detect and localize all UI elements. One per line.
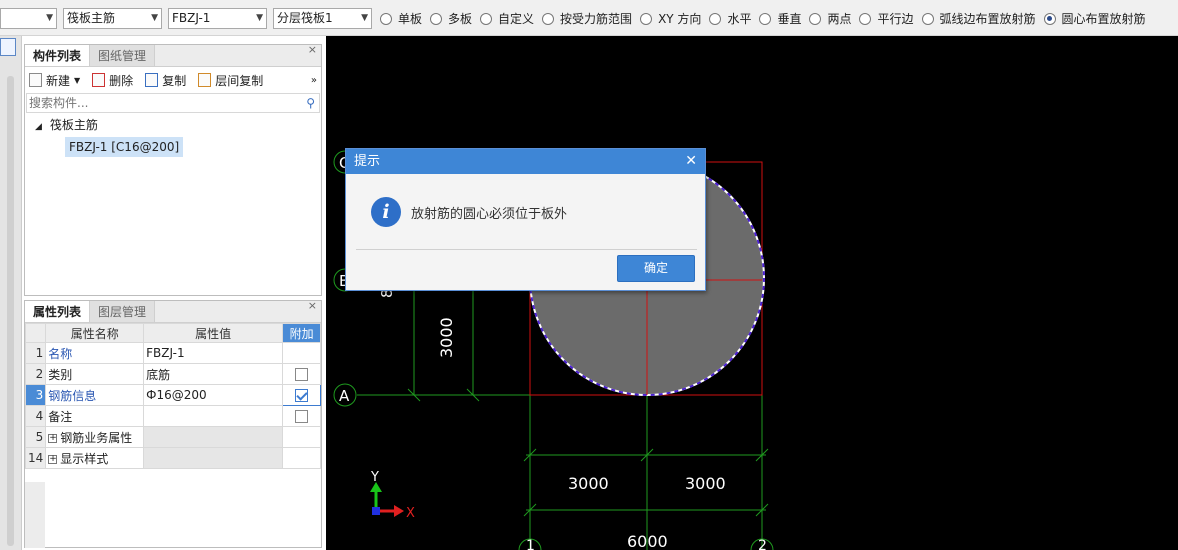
radio-parallel-edge[interactable]: 平行边	[859, 10, 914, 27]
extra-checkbox[interactable]	[295, 389, 309, 402]
close-icon[interactable]: ×	[308, 43, 317, 56]
col-header-value: 属性值	[143, 323, 284, 343]
expand-icon[interactable]: +	[48, 433, 58, 443]
tab-layer-management[interactable]: 图层管理	[90, 301, 156, 322]
alert-dialog: 提示 ✕ i 放射筋的圆心必须位于板外 确定	[345, 148, 706, 291]
property-panel: × 属性列表 图层管理 属性名称 属性值 附加 1 名称 FBZJ-1 2 类别…	[24, 299, 322, 548]
col-header-extra: 附加	[282, 323, 321, 343]
radio-custom[interactable]: 自定义	[480, 10, 534, 27]
component-panel-tabs: 构件列表 图纸管理	[25, 45, 321, 67]
table-row[interactable]: 4 备注	[24, 405, 321, 427]
property-table: 属性名称 属性值 附加 1 名称 FBZJ-1 2 类别 底筋 3 钢筋信息 Ф…	[24, 323, 321, 469]
component-name-combo[interactable]: FBZJ-1 ▼	[168, 8, 267, 29]
tree-child-item[interactable]: FBZJ-1 [C16@200]	[65, 137, 184, 157]
layer-combo[interactable]: 分层筏板1 ▼	[273, 8, 372, 29]
chevron-down-icon: ▼	[74, 75, 81, 85]
ok-button[interactable]: 确定	[617, 255, 695, 282]
ucs-y-label: Y	[370, 470, 379, 485]
copy-icon	[145, 73, 159, 87]
table-row[interactable]: 1 名称 FBZJ-1	[24, 342, 321, 364]
search-icon[interactable]: ⚲	[306, 96, 315, 110]
floor-copy-button[interactable]: 层间复制	[198, 72, 263, 89]
col-header-name: 属性名称	[45, 323, 145, 343]
tab-drawing-management[interactable]: 图纸管理	[90, 45, 156, 66]
tree-root-item[interactable]: ◢ 筏板主筋	[25, 115, 321, 135]
table-row[interactable]: 14 + 显示样式	[24, 447, 321, 469]
table-header-row: 属性名称 属性值 附加	[24, 323, 321, 343]
left-nav-strip	[0, 36, 22, 550]
left-scrollbar[interactable]	[7, 76, 14, 546]
dim-text-3000-right: 3000	[685, 474, 726, 493]
radio-by-stress-range[interactable]: 按受力筋范围	[542, 10, 632, 27]
delete-button[interactable]: 删除	[92, 72, 133, 89]
more-icon[interactable]: »	[311, 75, 317, 86]
radio-two-points[interactable]: 两点	[809, 10, 851, 27]
component-type-combo[interactable]: ▼	[0, 8, 57, 29]
table-row[interactable]: 3 钢筋信息 Ф16@200	[24, 384, 321, 406]
chevron-down-icon: ▼	[46, 13, 53, 23]
dialog-message: 放射筋的圆心必须位于板外	[411, 206, 568, 222]
tab-component-list[interactable]: 构件列表	[25, 45, 91, 66]
axis-label-a: A	[339, 387, 350, 405]
axis-label-2: 2	[758, 538, 767, 550]
copy-button[interactable]: 复制	[145, 72, 186, 89]
dim-text-3000-vertical: 3000	[437, 317, 456, 358]
dialog-body: i 放射筋的圆心必须位于板外	[346, 174, 705, 250]
chevron-down-icon: ▼	[361, 13, 368, 23]
delete-icon	[92, 73, 106, 87]
expand-icon[interactable]: +	[48, 454, 58, 464]
chevron-down-icon: ▼	[256, 13, 263, 23]
radio-single-board[interactable]: 单板	[380, 10, 422, 27]
radio-vertical[interactable]: 垂直	[759, 10, 801, 27]
axis-label-1: 1	[526, 538, 535, 550]
component-search: ⚲	[26, 93, 320, 113]
component-tree: ◢ 筏板主筋 FBZJ-1 [C16@200]	[25, 113, 321, 157]
component-toolbar: 新建 ▼ 删除 复制 层间复制 »	[25, 67, 321, 93]
extra-checkbox[interactable]	[295, 368, 309, 381]
info-icon: i	[371, 197, 401, 227]
dim-text-3000-left: 3000	[568, 474, 609, 493]
layout-mode-radios: 单板 多板 自定义 按受力筋范围 XY 方向 水平 垂直 两点 平行边 弧线边布…	[380, 9, 1154, 28]
dim-text-6000: 6000	[627, 532, 668, 550]
dialog-divider	[356, 249, 697, 250]
drawing-canvas[interactable]: A B C 1 2 3000 3000 6000 3000 8 Y X	[326, 36, 1178, 550]
radio-multi-board[interactable]: 多板	[430, 10, 472, 27]
radio-center-radial[interactable]: 圆心布置放射筋	[1043, 10, 1146, 27]
close-icon[interactable]: ×	[308, 299, 317, 312]
extra-checkbox[interactable]	[295, 410, 309, 423]
cad-drawing[interactable]: A B C 1 2 3000 3000 6000 3000 8 Y X	[326, 36, 1178, 550]
chevron-down-icon: ▼	[151, 13, 158, 23]
collapse-triangle-icon[interactable]: ◢	[35, 122, 42, 132]
nav-window-icon[interactable]	[0, 38, 16, 56]
new-file-icon	[29, 73, 42, 87]
radio-arc-edge-radial[interactable]: 弧线边布置放射筋	[921, 10, 1036, 27]
property-panel-tabs: 属性列表 图层管理	[25, 301, 321, 323]
rebar-type-combo[interactable]: 筏板主筋 ▼	[63, 8, 162, 29]
tab-property-list[interactable]: 属性列表	[25, 301, 91, 322]
dialog-titlebar: 提示 ✕	[346, 149, 705, 174]
ucs-axis-icon: Y X	[370, 470, 415, 521]
table-row[interactable]: 2 类别 底筋	[24, 363, 321, 385]
radio-horizontal[interactable]: 水平	[709, 10, 751, 27]
search-input[interactable]	[29, 96, 299, 110]
component-list-panel: × 构件列表 图纸管理 新建▼ 删除 复制 层间复制 » ⚲ ◢筏板主筋 FBZ…	[24, 43, 322, 296]
dialog-title: 提示	[354, 154, 381, 169]
ucs-x-label: X	[406, 506, 415, 521]
draw-toolbar: ▼ 筏板主筋 ▼ FBZJ-1 ▼ 分层筏板1 ▼ 单板 多板 自定义 按受力筋范围 …	[0, 0, 1178, 36]
table-row[interactable]: 5 + 钢筋业务属性	[24, 426, 321, 448]
new-button[interactable]: 新建 ▼	[29, 72, 80, 89]
floor-copy-icon	[198, 73, 212, 87]
close-icon[interactable]: ✕	[685, 149, 697, 174]
radio-xy-direction[interactable]: XY 方向	[640, 10, 701, 27]
